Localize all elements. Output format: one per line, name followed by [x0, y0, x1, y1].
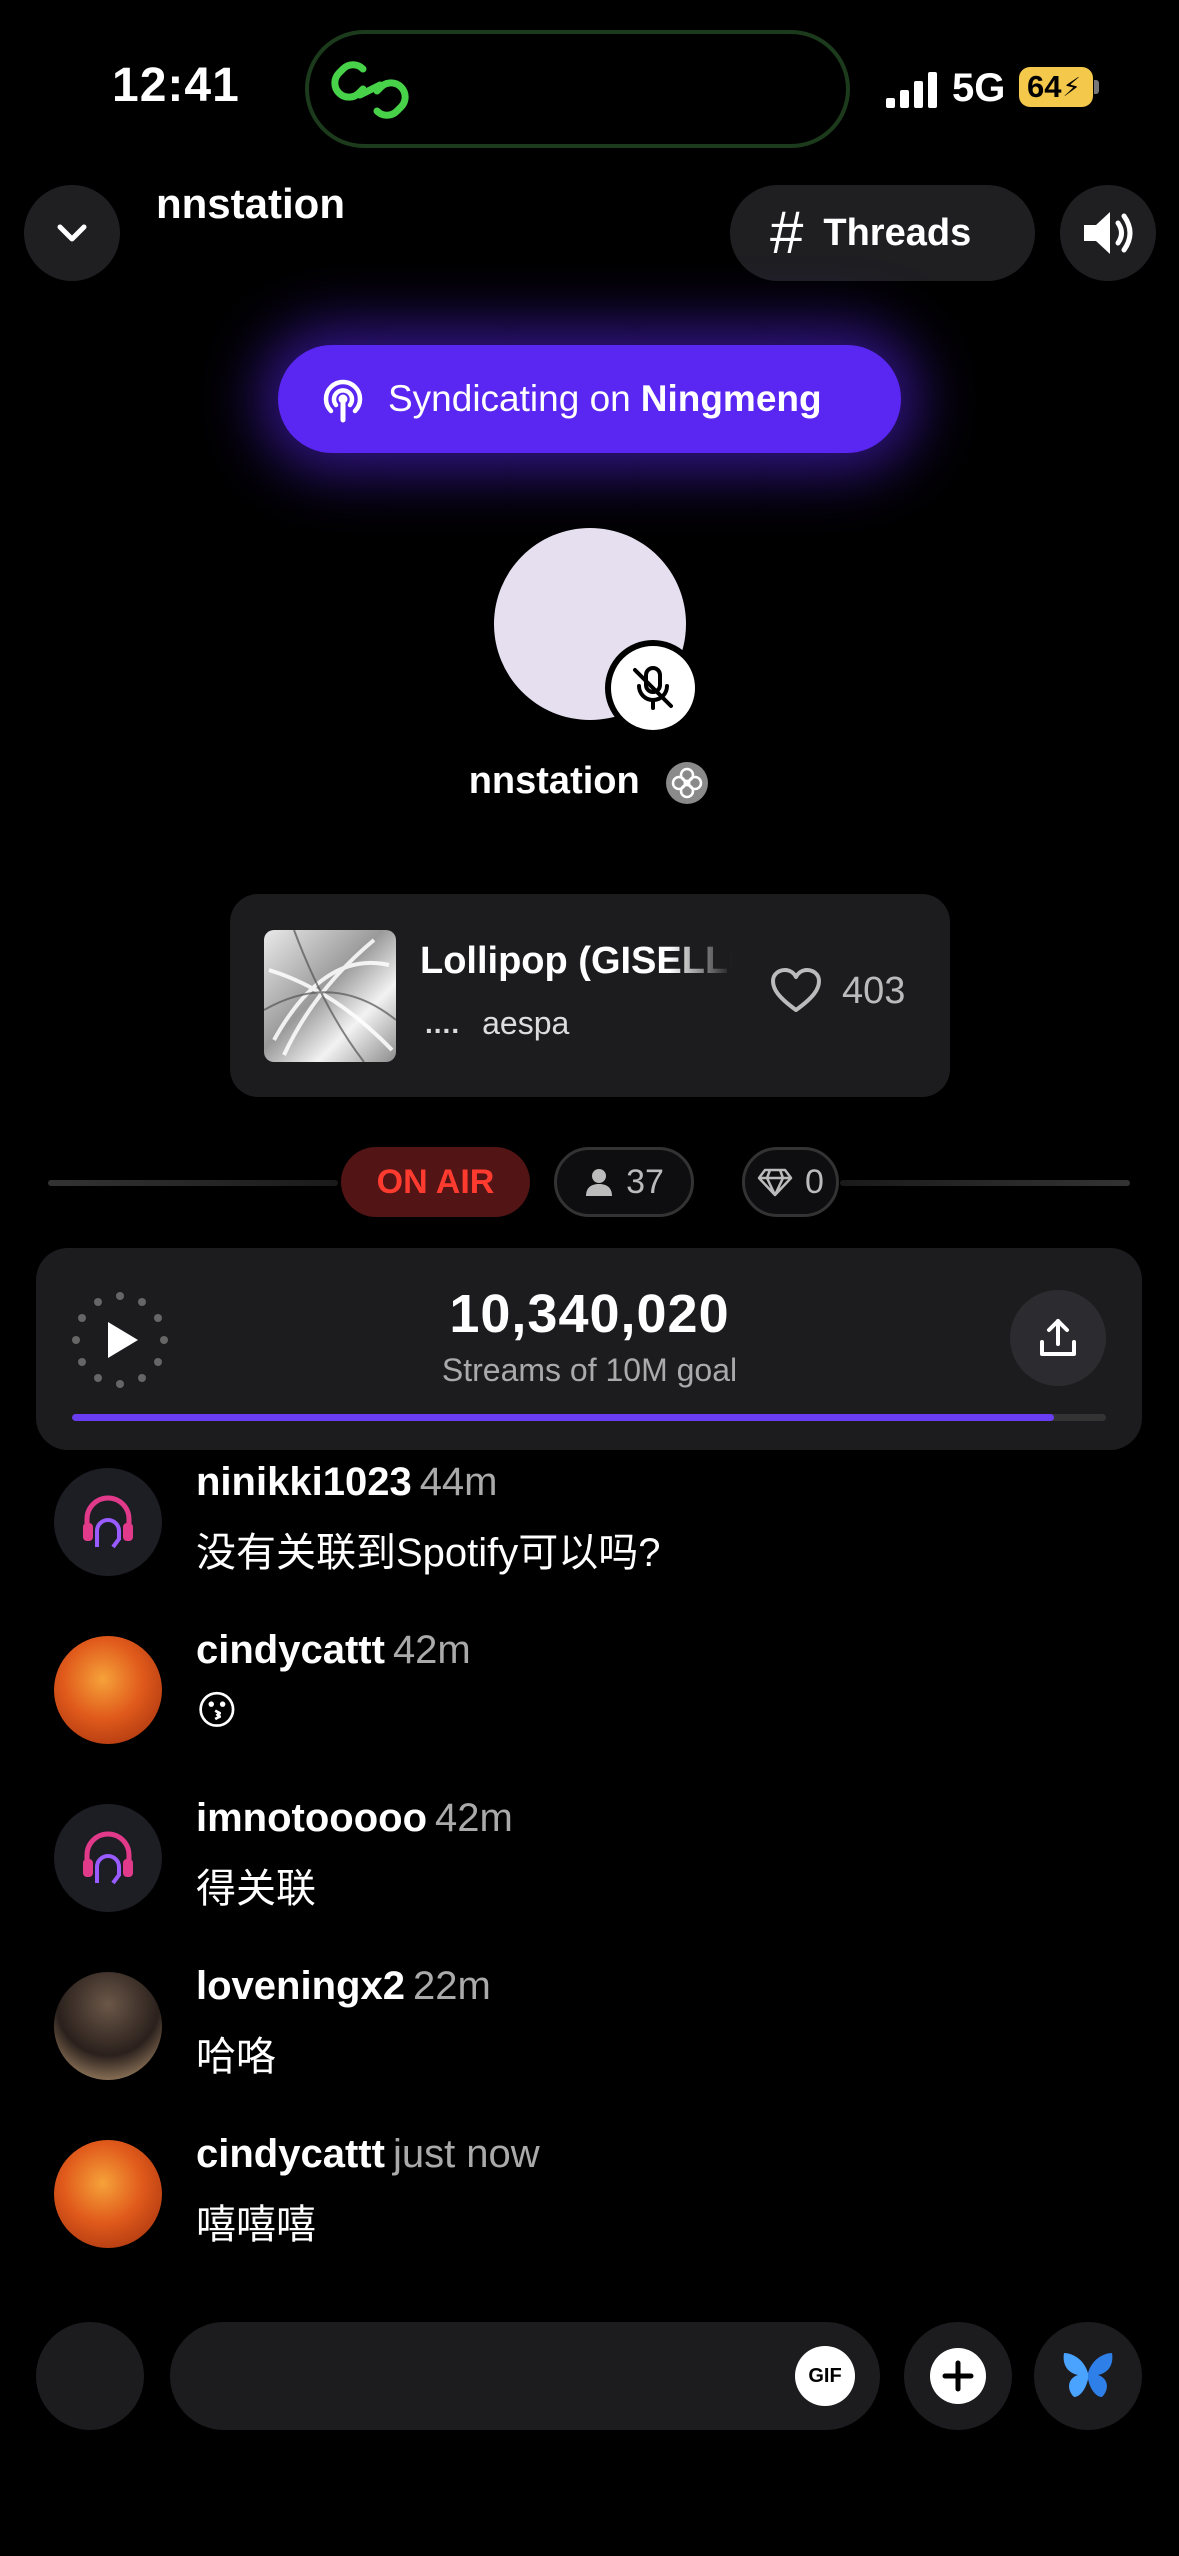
comment-text: 哈咯 [196, 2035, 276, 2079]
linked-rings-icon [331, 61, 409, 119]
syndication-prefix: Syndicating on [388, 378, 631, 419]
mic-muted-badge [605, 640, 701, 736]
mic-off-icon [633, 666, 673, 710]
comment-username[interactable]: cindycattt [196, 1628, 385, 1672]
share-upload-icon [1040, 1319, 1076, 1356]
syndication-pill[interactable]: Syndicating on Ningmeng [278, 345, 901, 453]
comment-text: 嘻嘻嘻 [196, 2203, 316, 2247]
status-time: 12:41 [112, 59, 240, 112]
comment-header: cindycattt just now [196, 2132, 540, 2177]
syndication-platform: Ningmeng [640, 378, 822, 419]
network-type: 5G [952, 66, 1006, 110]
butterfly-button[interactable] [1034, 2322, 1142, 2430]
artist-name: aespa [482, 1005, 570, 1041]
comment-username[interactable]: cindycattt [196, 2132, 385, 2176]
comment-header: ninikki1023 44m [196, 1460, 498, 1505]
listener-count: 37 [626, 1162, 664, 1201]
threads-button[interactable]: # Threads [730, 185, 1035, 281]
stream-goal-caption: Streams of 10M goal [441, 1352, 738, 1388]
hashtag-icon: # [770, 199, 804, 266]
reaction-button[interactable] [36, 2322, 144, 2430]
share-button[interactable] [1010, 1290, 1106, 1386]
stream-goal-progress-fill [72, 1414, 1055, 1421]
butterfly-icon [1063, 2353, 1113, 2397]
headphone-icon [83, 1495, 133, 1549]
verified-flower-badge-icon [666, 762, 709, 804]
comment-username[interactable]: imnotooooo [196, 1796, 427, 1840]
comment-username[interactable]: ninikki1023 [196, 1460, 412, 1504]
chevron-down-icon [57, 224, 87, 242]
comment-header: loveningx2 22m [196, 1964, 491, 2009]
comment-header: imnotooooo 42m [196, 1796, 513, 1841]
podcast-broadcast-icon [323, 379, 363, 423]
comment-row[interactable]: loveningx2 22m 哈咯 [54, 1964, 1154, 2114]
gem-count: 0 [805, 1162, 824, 1201]
battery-cap [1094, 80, 1099, 94]
divider-right [840, 1180, 1130, 1186]
heart-icon [771, 968, 821, 1012]
bird-avatar[interactable] [54, 2140, 162, 2248]
comment-row[interactable]: ninikki1023 44m 没有关联到Spotify可以吗? [54, 1460, 1154, 1610]
comment-time: 42m [392, 1628, 471, 1672]
comment-text: 没有关联到Spotify可以吗? [196, 1531, 661, 1575]
plus-circle-icon [930, 2348, 986, 2404]
add-button[interactable] [904, 2322, 1012, 2430]
battery-level: 64 [1027, 69, 1062, 104]
album-art [264, 930, 396, 1062]
comment-row[interactable]: cindycattt just now 嘻嘻嘻 [54, 2132, 1154, 2282]
stream-goal-progress [72, 1414, 1106, 1421]
speaker-icon [1084, 212, 1133, 254]
album-art-graphic [264, 930, 396, 1062]
comment-time: 22m [412, 1964, 491, 2008]
threads-label: Threads [823, 211, 972, 254]
on-air-badge: ON AIR [341, 1147, 530, 1217]
person-icon [586, 1169, 613, 1196]
volume-button[interactable] [1060, 185, 1156, 281]
gem-count-pill[interactable]: 0 [742, 1147, 839, 1217]
bird-avatar[interactable] [54, 1636, 162, 1744]
stream-count: 10,340,020 [449, 1284, 730, 1344]
artist-line: .... aespa [425, 1005, 569, 1042]
like-count: 403 [842, 969, 906, 1012]
comment-time: just now [392, 2132, 540, 2176]
song-title: Lollipop (GISELLE [420, 940, 732, 982]
comment-input[interactable] [170, 2322, 880, 2430]
comment-text: 😗 [196, 1689, 238, 1733]
gif-button[interactable]: GIF [795, 2346, 855, 2406]
headphone-avatar[interactable] [54, 1804, 162, 1912]
cellular-signal-icon [886, 72, 937, 108]
comment-row[interactable]: cindycattt 42m 😗 [54, 1628, 1154, 1778]
comment-time: 42m [435, 1796, 513, 1840]
host-name: nnstation [468, 760, 640, 803]
photo-avatar[interactable] [54, 1972, 162, 2080]
playing-indicator-icon: .... [425, 1007, 461, 1039]
like-button[interactable]: 403 [770, 968, 905, 1014]
comment-row[interactable]: imnotooooo 42m 得关联 [54, 1796, 1154, 1946]
comment-time: 44m [419, 1460, 498, 1504]
charging-bolt-icon: ⚡ [1062, 71, 1081, 102]
comment-header: cindycattt 42m [196, 1628, 471, 1673]
headphone-avatar[interactable] [54, 1468, 162, 1576]
comment-username[interactable]: loveningx2 [196, 1964, 405, 2008]
listener-count-pill[interactable]: 37 [554, 1147, 694, 1217]
host-name-row[interactable]: nnstation [0, 760, 1179, 806]
comment-text: 得关联 [196, 1867, 316, 1911]
station-title: nnstation [156, 180, 345, 227]
collapse-button[interactable] [24, 185, 120, 281]
divider-left [48, 1180, 338, 1186]
headphone-icon [83, 1831, 133, 1885]
battery-indicator: 64 ⚡ [1019, 67, 1093, 107]
diamond-icon [757, 1168, 793, 1197]
